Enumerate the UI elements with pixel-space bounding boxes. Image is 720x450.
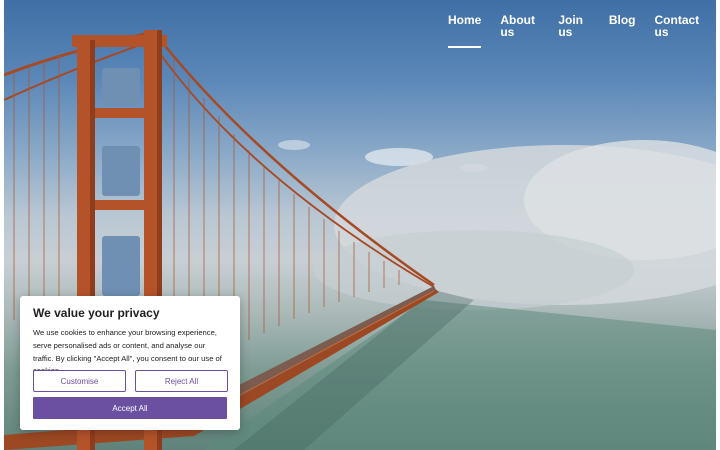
accept-all-button[interactable]: Accept All [33,397,227,419]
nav-about-us[interactable]: About us [500,14,539,38]
nav-contact-us[interactable]: Contact us [655,14,702,38]
reject-all-button[interactable]: Reject All [135,370,228,392]
nav-join-us[interactable]: Join us [558,14,590,38]
nav-blog[interactable]: Blog [609,14,636,38]
cookie-banner-title: We value your privacy [33,306,160,320]
nav-home[interactable]: Home [448,14,482,48]
cookie-button-row: Customise Reject All [33,370,228,392]
cookie-consent-banner: We value your privacy We use cookies to … [20,296,240,430]
customise-button[interactable]: Customise [33,370,126,392]
main-nav: Home About us Join us Blog Contact us [448,14,720,48]
